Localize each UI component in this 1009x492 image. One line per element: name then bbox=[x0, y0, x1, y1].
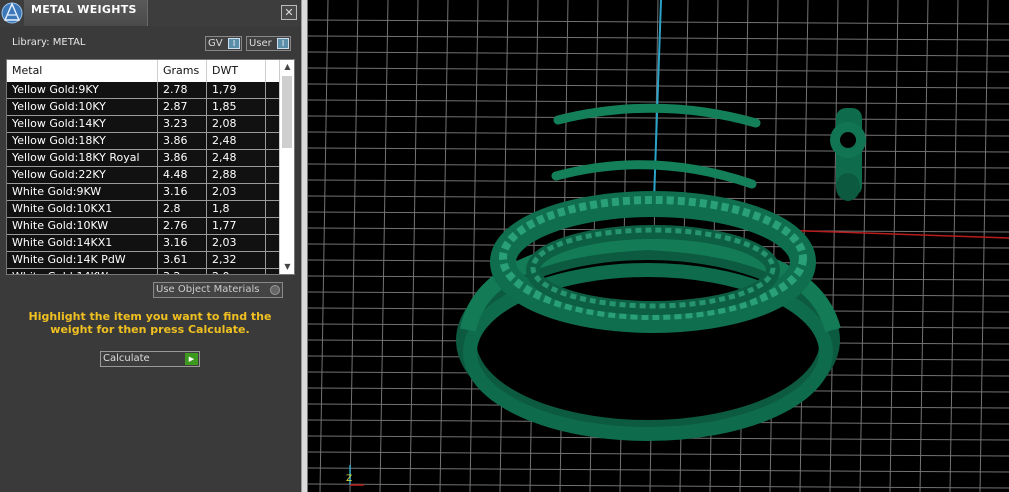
cell-metal: Yellow Gold:22KY bbox=[7, 167, 158, 184]
viewport-scene: Z bbox=[308, 0, 1009, 492]
cell-dwt: 1,85 bbox=[207, 99, 266, 116]
cell-grams: 3.16 bbox=[158, 184, 207, 201]
cell-dwt: 2,48 bbox=[207, 150, 266, 167]
metal-table: Metal Grams DWT Yellow Gold:9KY 2.78 1,79 Y… bbox=[6, 59, 295, 275]
gv-toggle-button[interactable]: GV I bbox=[205, 36, 242, 51]
cell-metal: White Gold:14K PdW bbox=[7, 252, 158, 269]
table-row[interactable]: White Gold:10KW 2.76 1,77 bbox=[7, 218, 279, 235]
table-scrollbar[interactable]: ▲ ▼ bbox=[279, 60, 294, 274]
table-row[interactable]: White Gold:14KW3.22,0 bbox=[7, 269, 279, 274]
table-row[interactable]: Yellow Gold:22KY 4.48 2,88 bbox=[7, 167, 279, 184]
cell-grams: 3.86 bbox=[158, 133, 207, 150]
user-toggle-button[interactable]: User I bbox=[246, 36, 291, 51]
cell-grams: 2.76 bbox=[158, 218, 207, 235]
cell-dwt: 2,03 bbox=[207, 184, 266, 201]
table-row[interactable]: White Gold:14KX1 3.16 2,03 bbox=[7, 235, 279, 252]
gv-toggle-icon: I bbox=[228, 38, 240, 49]
gv-label: GV bbox=[208, 38, 223, 49]
play-arrow-icon: ▶ bbox=[185, 353, 198, 365]
scroll-down-icon[interactable]: ▼ bbox=[280, 260, 294, 274]
panel-title: METAL WEIGHTS bbox=[31, 3, 137, 16]
cell-dwt: 1,8 bbox=[207, 201, 266, 218]
panel-splitter[interactable] bbox=[301, 0, 308, 492]
user-label: User bbox=[249, 38, 272, 49]
cell-metal: Yellow Gold:18KY bbox=[7, 133, 158, 150]
table-row[interactable]: Yellow Gold:18KY 3.86 2,48 bbox=[7, 133, 279, 150]
cell-grams: 3.2 bbox=[158, 269, 207, 274]
table-header: Metal Grams DWT bbox=[7, 60, 279, 82]
cell-dwt: 1,79 bbox=[207, 82, 266, 99]
radio-circle-icon bbox=[270, 285, 280, 295]
cell-metal: White Gold:14KW bbox=[7, 269, 158, 274]
cell-dwt: 2,08 bbox=[207, 116, 266, 133]
table-row[interactable]: Yellow Gold:9KY 2.78 1,79 bbox=[7, 82, 279, 99]
use-object-materials-toggle[interactable]: Use Object Materials bbox=[153, 282, 283, 298]
user-toggle-icon: I bbox=[277, 38, 289, 49]
table-row[interactable]: White Gold:10KX1 2.8 1,8 bbox=[7, 201, 279, 218]
cell-grams: 3.61 bbox=[158, 252, 207, 269]
cell-metal: White Gold:9KW bbox=[7, 184, 158, 201]
table-rows: Yellow Gold:9KY 2.78 1,79 Yellow Gold:10KY 2… bbox=[7, 82, 279, 274]
cell-dwt: 2,32 bbox=[207, 252, 266, 269]
cell-metal: Yellow Gold:9KY bbox=[7, 82, 158, 99]
use-object-materials-label: Use Object Materials bbox=[156, 284, 260, 295]
table-row[interactable]: White Gold:9KW 3.16 2,03 bbox=[7, 184, 279, 201]
app-logo-icon bbox=[1, 2, 23, 24]
cell-grams: 2.78 bbox=[158, 82, 207, 99]
scroll-up-icon[interactable]: ▲ bbox=[280, 60, 294, 74]
cell-dwt: 2,88 bbox=[207, 167, 266, 184]
cell-grams: 3.86 bbox=[158, 150, 207, 167]
cell-grams: 4.48 bbox=[158, 167, 207, 184]
panel-titlebar: METAL WEIGHTS ✕ bbox=[0, 0, 301, 26]
cell-dwt: 1,77 bbox=[207, 218, 266, 235]
metal-weights-panel: METAL WEIGHTS ✕ Library: METAL GV I User… bbox=[0, 0, 301, 492]
z-axis-label: Z bbox=[346, 474, 352, 484]
calculate-label: Calculate bbox=[103, 353, 150, 364]
scroll-thumb[interactable] bbox=[282, 76, 292, 148]
cell-metal: Yellow Gold:18KY Royal bbox=[7, 150, 158, 167]
cell-metal: White Gold:14KX1 bbox=[7, 235, 158, 252]
table-row[interactable]: Yellow Gold:10KY 2.87 1,85 bbox=[7, 99, 279, 116]
cell-metal: Yellow Gold:10KY bbox=[7, 99, 158, 116]
cell-metal: Yellow Gold:14KY bbox=[7, 116, 158, 133]
calculate-button[interactable]: Calculate ▶ bbox=[100, 351, 200, 367]
cell-grams: 3.23 bbox=[158, 116, 207, 133]
table-row[interactable]: Yellow Gold:18KY Royal 3.86 2,48 bbox=[7, 150, 279, 167]
column-header-metal[interactable]: Metal bbox=[7, 60, 158, 82]
cell-grams: 3.16 bbox=[158, 235, 207, 252]
library-label: Library: METAL bbox=[12, 37, 86, 48]
cell-grams: 2.8 bbox=[158, 201, 207, 218]
cell-dwt: 2,0 bbox=[207, 269, 266, 274]
instruction-text: Highlight the item you want to find the … bbox=[28, 310, 272, 336]
cell-grams: 2.87 bbox=[158, 99, 207, 116]
table-row[interactable]: Yellow Gold:14KY 3.23 2,08 bbox=[7, 116, 279, 133]
column-header-grams[interactable]: Grams bbox=[158, 60, 207, 82]
cell-dwt: 2,48 bbox=[207, 133, 266, 150]
column-header-dwt[interactable]: DWT bbox=[207, 60, 266, 82]
3d-viewport[interactable]: Z bbox=[308, 0, 1009, 492]
cell-metal: White Gold:10KX1 bbox=[7, 201, 158, 218]
close-button[interactable]: ✕ bbox=[281, 5, 297, 20]
cell-metal: White Gold:10KW bbox=[7, 218, 158, 235]
cell-dwt: 2,03 bbox=[207, 235, 266, 252]
table-row[interactable]: White Gold:14K PdW 3.61 2,32 bbox=[7, 252, 279, 269]
